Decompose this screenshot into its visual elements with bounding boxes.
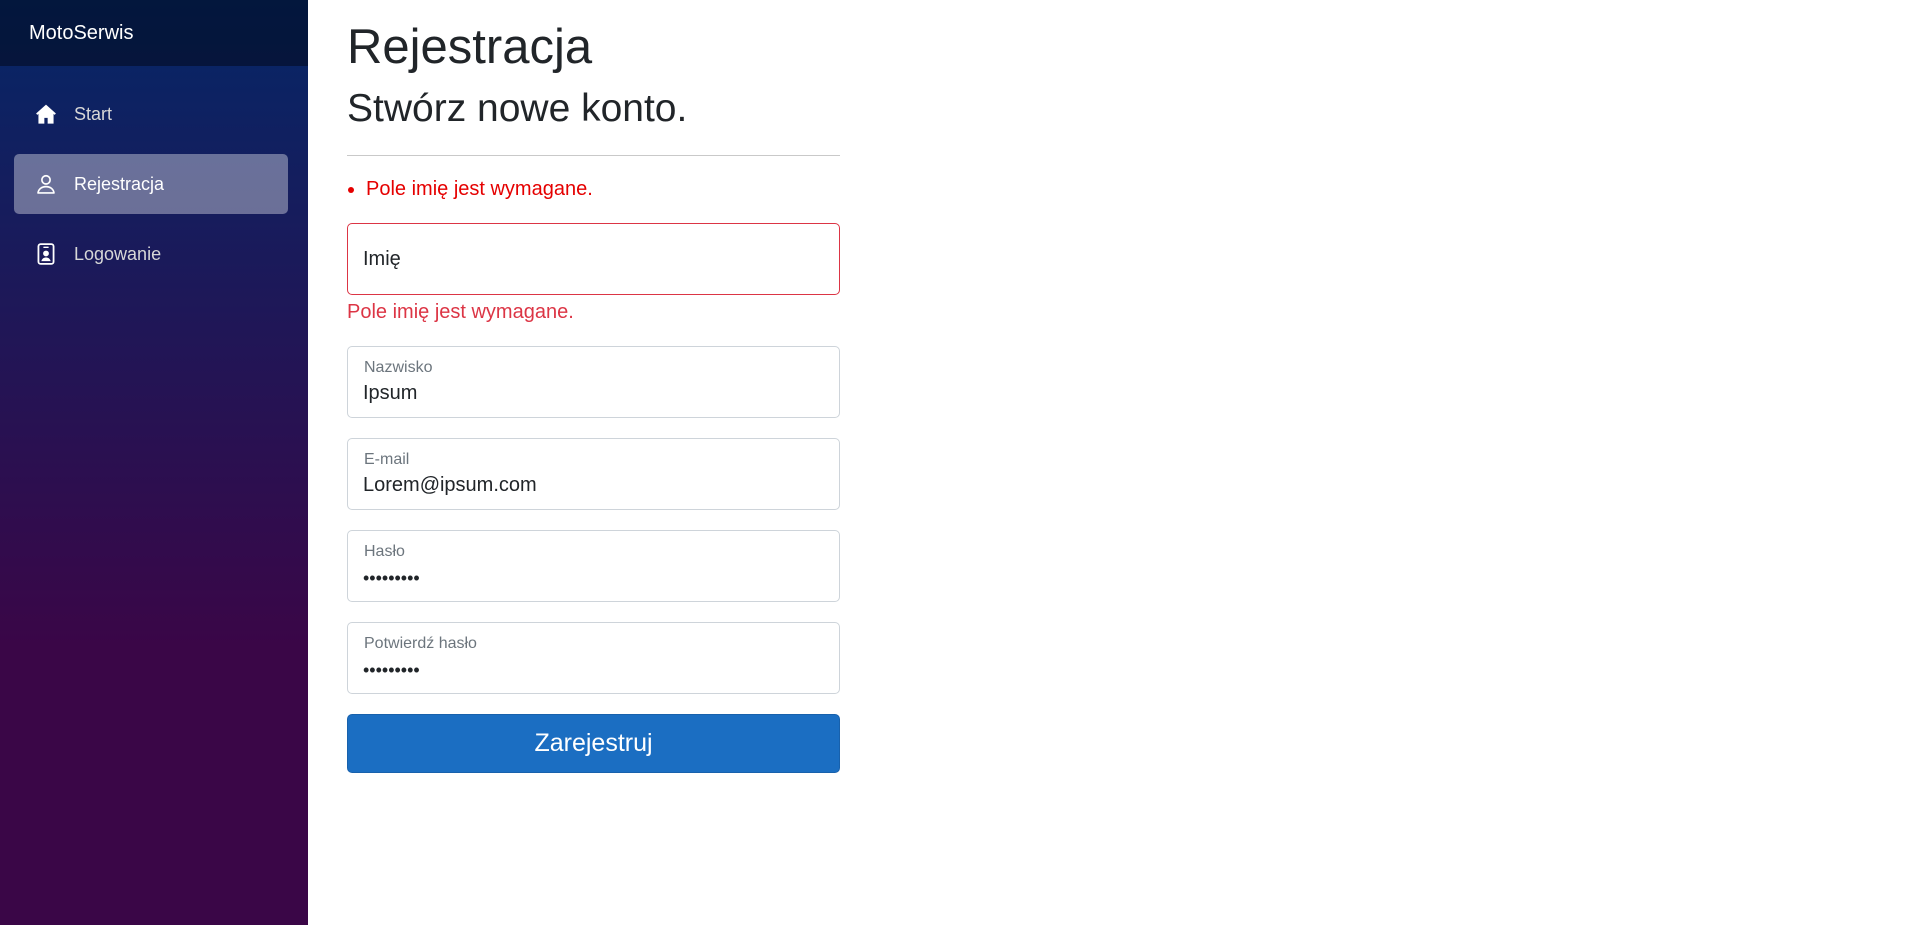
last-name-value: Ipsum bbox=[363, 381, 418, 404]
first-name-placeholder: Imię bbox=[363, 247, 401, 270]
home-icon bbox=[34, 102, 58, 126]
confirm-password-label: Potwierdź hasło bbox=[364, 634, 477, 652]
sidebar-item-rejestracja[interactable]: Rejestracja bbox=[14, 154, 288, 214]
register-form-container: Rejestracja Stwórz nowe konto. Pole imię… bbox=[347, 18, 840, 773]
sidebar-item-label: Rejestracja bbox=[74, 173, 165, 194]
email-value: Lorem@ipsum.com bbox=[363, 473, 537, 496]
last-name-label: Nazwisko bbox=[364, 358, 433, 376]
sidebar-item-label: Start bbox=[74, 103, 113, 124]
first-name-validation-message: Pole imię jest wymagane. bbox=[347, 300, 574, 323]
sidebar-item-start[interactable]: Start bbox=[14, 84, 288, 144]
main-content: Rejestracja Stwórz nowe konto. Pole imię… bbox=[308, 0, 1906, 925]
app-window: MotoSerwis Start Rejestracja Logowanie R… bbox=[0, 0, 1906, 925]
person-icon bbox=[34, 172, 58, 196]
page-title: Rejestracja bbox=[347, 20, 593, 74]
validation-summary: Pole imię jest wymagane. bbox=[347, 177, 840, 201]
person-badge-icon bbox=[34, 242, 58, 266]
confirm-password-field[interactable]: Potwierdź hasło ••••••••• bbox=[347, 621, 840, 694]
sidebar: MotoSerwis Start Rejestracja Logowanie bbox=[0, 0, 308, 925]
validation-summary-item: Pole imię jest wymagane. bbox=[366, 177, 840, 201]
divider bbox=[347, 154, 840, 156]
password-value: ••••••••• bbox=[363, 567, 420, 588]
sidebar-item-logowanie[interactable]: Logowanie bbox=[14, 224, 288, 284]
brand-link[interactable]: MotoSerwis bbox=[29, 22, 133, 45]
confirm-password-value: ••••••••• bbox=[363, 659, 420, 680]
brand-bar: MotoSerwis bbox=[0, 0, 308, 66]
last-name-field[interactable]: Nazwisko Ipsum bbox=[347, 345, 840, 418]
register-button[interactable]: Zarejestruj bbox=[347, 713, 840, 773]
sidebar-item-label: Logowanie bbox=[74, 243, 162, 264]
page-subtitle: Stwórz nowe konto. bbox=[347, 86, 688, 130]
sidebar-nav: Start Rejestracja Logowanie bbox=[0, 66, 308, 284]
password-field[interactable]: Hasło ••••••••• bbox=[347, 529, 840, 602]
email-label: E-mail bbox=[364, 450, 410, 468]
email-field[interactable]: E-mail Lorem@ipsum.com bbox=[347, 437, 840, 510]
first-name-field[interactable]: Imię bbox=[347, 222, 840, 295]
password-label: Hasło bbox=[364, 542, 405, 560]
